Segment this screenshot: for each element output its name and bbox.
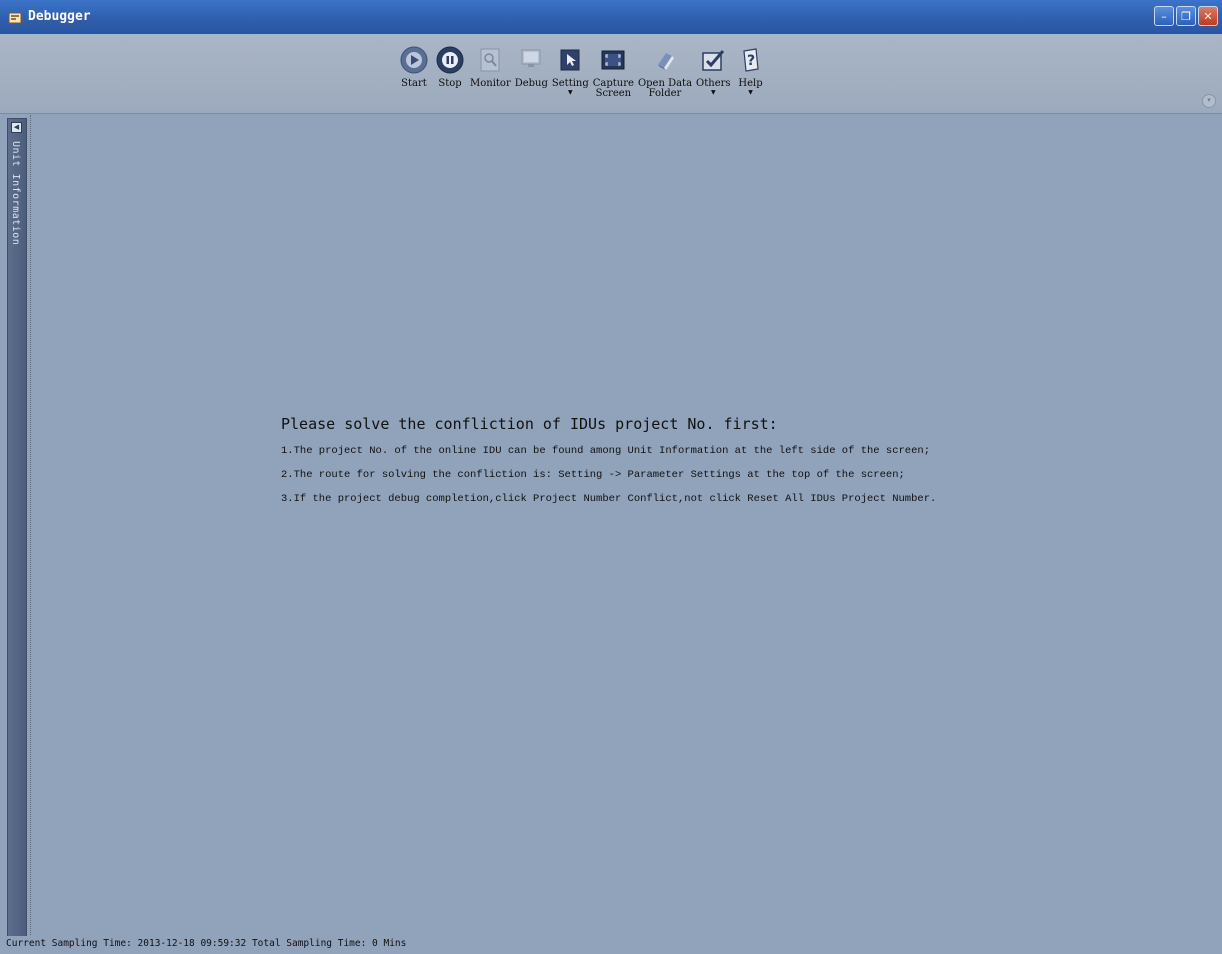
- close-icon: ✕: [1203, 9, 1213, 23]
- stop-icon: [434, 44, 466, 76]
- chevron-down-icon: ▾: [1207, 96, 1211, 104]
- debug-icon: [515, 44, 547, 76]
- setting-label: Setting: [551, 78, 589, 89]
- message-title: Please solve the confliction of IDUs pro…: [281, 415, 778, 433]
- message-line-3: 3.If the project debug completion,click …: [281, 493, 937, 505]
- open-data-folder-label: Open Data Folder: [637, 78, 693, 99]
- setting-button[interactable]: Setting ▼: [550, 44, 591, 97]
- start-button[interactable]: Start: [396, 44, 432, 89]
- folder-icon: [649, 44, 681, 76]
- others-label: Others: [696, 78, 731, 89]
- collapse-panel-icon[interactable]: ◀: [11, 122, 22, 133]
- help-label: Help: [738, 78, 763, 89]
- status-bar: Current Sampling Time: 2013-12-18 09:59:…: [0, 936, 1222, 954]
- help-button[interactable]: ? Help ▼: [733, 44, 769, 97]
- message-line-2: 2.The route for solving the confliction …: [281, 469, 905, 481]
- capture-screen-label: Capture Screen: [592, 78, 634, 99]
- main-content-area: Please solve the confliction of IDUs pro…: [30, 115, 1220, 935]
- setting-icon: [554, 44, 586, 76]
- open-data-folder-button[interactable]: Open Data Folder: [636, 44, 694, 99]
- svg-text:?: ?: [746, 53, 754, 69]
- title-bar: Debugger – ❐ ✕: [0, 0, 1222, 34]
- close-button[interactable]: ✕: [1198, 6, 1218, 26]
- minimize-button[interactable]: –: [1154, 6, 1174, 26]
- stop-button[interactable]: Stop: [432, 44, 468, 89]
- restore-icon: ❐: [1181, 9, 1191, 23]
- monitor-label: Monitor: [470, 78, 511, 89]
- debugger-window: Debugger – ❐ ✕ Start Stop Monitor Debug …: [0, 0, 1222, 954]
- capture-screen-button[interactable]: Capture Screen: [591, 44, 636, 99]
- restore-button[interactable]: ❐: [1176, 6, 1196, 26]
- stop-label: Stop: [438, 78, 462, 89]
- unit-information-tab[interactable]: ◀ Unit Information: [7, 118, 27, 938]
- monitor-icon: [474, 44, 506, 76]
- debug-label: Debug: [514, 78, 548, 89]
- debug-button[interactable]: Debug: [513, 44, 550, 89]
- others-icon: [697, 44, 729, 76]
- toolbar: Start Stop Monitor Debug Setting ▼ Captu…: [0, 34, 1222, 114]
- help-icon: ?: [735, 44, 767, 76]
- monitor-button[interactable]: Monitor: [468, 44, 513, 89]
- window-controls: – ❐ ✕: [1154, 6, 1218, 26]
- ribbon-collapse-button[interactable]: ▾: [1202, 94, 1216, 108]
- capture-screen-icon: [597, 44, 629, 76]
- others-dropdown-arrow[interactable]: ▼: [711, 89, 716, 97]
- message-line-1: 1.The project No. of the online IDU can …: [281, 445, 931, 457]
- setting-dropdown-arrow[interactable]: ▼: [568, 89, 573, 97]
- start-label: Start: [401, 78, 427, 89]
- app-icon: [8, 10, 22, 24]
- unit-information-label: Unit Information: [10, 141, 21, 246]
- conflict-message: Please solve the confliction of IDUs pro…: [281, 415, 936, 517]
- window-title: Debugger: [28, 9, 91, 24]
- others-button[interactable]: Others ▼: [694, 44, 733, 97]
- help-dropdown-arrow[interactable]: ▼: [748, 89, 753, 97]
- sampling-time-status: Current Sampling Time: 2013-12-18 09:59:…: [6, 938, 407, 949]
- minimize-icon: –: [1161, 9, 1167, 23]
- start-icon: [398, 44, 430, 76]
